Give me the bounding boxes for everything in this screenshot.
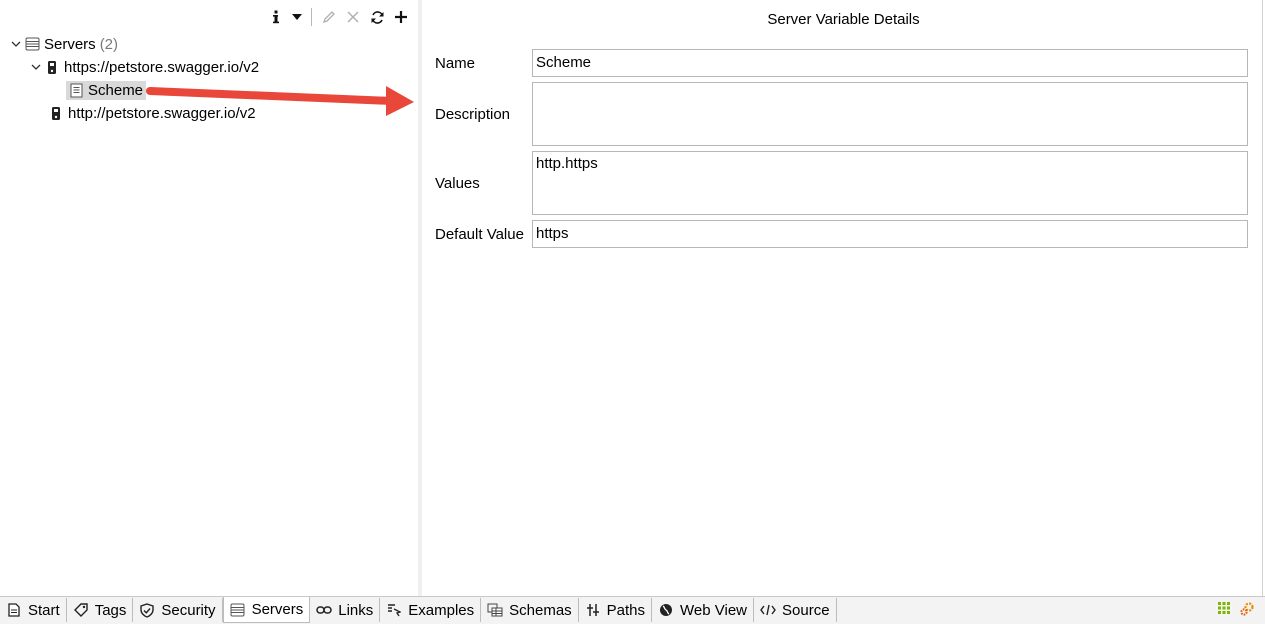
dropdown-icon xyxy=(292,14,302,20)
tag-icon xyxy=(73,602,89,618)
tree-node-server[interactable]: https://petstore.swagger.io/v2 xyxy=(28,56,259,78)
delete-button[interactable] xyxy=(344,7,362,27)
tab-label: Security xyxy=(161,601,216,619)
tab-schemas[interactable]: Schemas xyxy=(481,598,579,622)
tree-node-variable[interactable]: Scheme xyxy=(66,79,147,101)
tab-tags[interactable]: Tags xyxy=(67,598,134,622)
server-variable-details-panel: Server Variable Details Name Scheme Desc… xyxy=(422,0,1265,596)
tab-label: Servers xyxy=(251,601,304,618)
tree-node-count: (2) xyxy=(99,35,119,53)
server-icon xyxy=(48,105,64,121)
values-label: Values xyxy=(435,175,480,192)
examples-icon xyxy=(386,602,402,618)
add-button[interactable] xyxy=(392,7,410,27)
server-icon xyxy=(230,602,246,618)
edit-button[interactable] xyxy=(320,7,338,27)
shield-icon xyxy=(139,602,155,618)
server-icon xyxy=(44,59,60,75)
tab-label: Source xyxy=(782,601,830,619)
tab-web-view[interactable]: Web View xyxy=(652,598,755,622)
expand-toggle[interactable] xyxy=(28,59,44,75)
servers-tree-panel: Servers (2) https://petstore.swagger.io/… xyxy=(0,0,418,596)
tree-toolbar xyxy=(267,6,410,28)
name-field[interactable]: Scheme xyxy=(532,49,1248,77)
gear-status-icon[interactable] xyxy=(1239,601,1255,621)
delete-icon xyxy=(347,11,359,23)
default-value-field[interactable]: https xyxy=(532,220,1248,248)
tab-examples[interactable]: Examples xyxy=(380,598,482,622)
tree-node-label: Servers xyxy=(44,35,96,53)
document-icon xyxy=(68,82,84,98)
tree-node-label: https://petstore.swagger.io/v2 xyxy=(64,58,260,76)
toolbar-separator xyxy=(311,8,312,26)
tab-label: Paths xyxy=(606,601,646,619)
add-icon xyxy=(395,11,407,23)
tree-node-servers[interactable]: Servers (2) xyxy=(8,33,118,55)
bottom-tab-bar: Start Tags Security Servers Links Exampl… xyxy=(0,596,1265,624)
refresh-button[interactable] xyxy=(368,7,386,27)
tab-label: Start xyxy=(28,601,60,619)
description-field[interactable] xyxy=(532,82,1248,146)
tab-servers[interactable]: Servers xyxy=(222,597,311,623)
tab-security[interactable]: Security xyxy=(133,598,223,622)
tab-paths[interactable]: Paths xyxy=(579,598,653,622)
tab-links[interactable]: Links xyxy=(310,598,381,622)
tab-label: Schemas xyxy=(509,601,572,619)
tab-label: Web View xyxy=(680,601,748,619)
info-button[interactable] xyxy=(267,7,285,27)
schemas-icon xyxy=(487,602,503,618)
globe-icon xyxy=(658,602,674,618)
default-value-label: Default Value xyxy=(435,226,524,243)
paths-icon xyxy=(585,602,601,618)
grid-status-icon[interactable] xyxy=(1217,601,1231,621)
tab-list: Start Tags Security Servers Links Exampl… xyxy=(0,597,837,624)
dropdown-button[interactable] xyxy=(291,7,303,27)
servers-icon xyxy=(24,36,40,52)
tab-source[interactable]: Source xyxy=(754,598,837,622)
tab-label: Links xyxy=(338,601,374,619)
tab-label: Tags xyxy=(94,601,127,619)
refresh-icon xyxy=(371,10,383,24)
link-icon xyxy=(316,602,332,618)
details-title: Server Variable Details xyxy=(767,11,920,28)
chevron-down-icon xyxy=(11,41,21,47)
tab-start[interactable]: Start xyxy=(0,598,67,622)
expand-toggle[interactable] xyxy=(8,36,24,52)
edit-icon xyxy=(322,11,335,24)
chevron-down-icon xyxy=(31,64,41,70)
tree-node-server[interactable]: http://petstore.swagger.io/v2 xyxy=(48,102,256,124)
status-indicators xyxy=(1217,601,1255,621)
code-icon xyxy=(760,602,776,618)
values-field[interactable]: http.https xyxy=(532,151,1248,215)
selected-node[interactable]: Scheme xyxy=(66,80,147,100)
panel-border xyxy=(1262,0,1263,596)
document-icon xyxy=(6,602,22,618)
tree-node-label: http://petstore.swagger.io/v2 xyxy=(68,104,256,122)
tree-node-label: Scheme xyxy=(88,81,144,99)
name-label: Name xyxy=(435,55,476,72)
description-label: Description xyxy=(435,106,511,123)
tab-label: Examples xyxy=(408,601,475,619)
info-icon xyxy=(273,10,279,24)
